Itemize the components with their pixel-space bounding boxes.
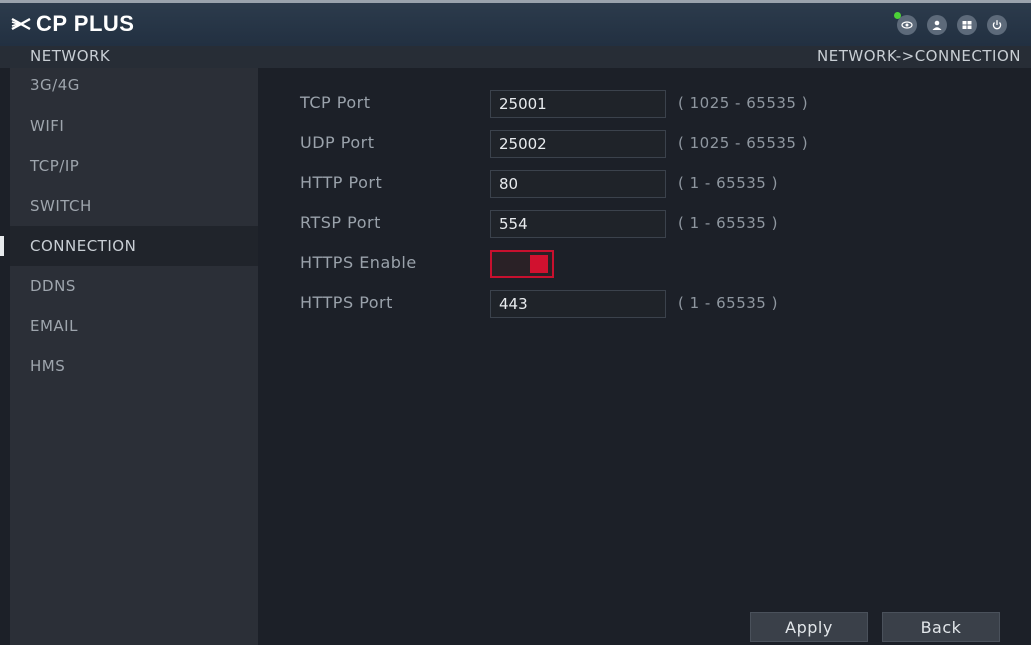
https-port-input[interactable]: [490, 290, 666, 318]
cp-plus-logo-icon: [11, 17, 31, 31]
sidebar-item-3g4g[interactable]: 3G/4G: [10, 68, 258, 106]
udp-port-row: UDP Port ( 1025 - 65535 ): [258, 130, 1031, 158]
http-port-range: ( 1 - 65535 ): [678, 174, 778, 192]
tcp-port-input[interactable]: [490, 90, 666, 118]
breadcrumb: NETWORK->CONNECTION: [817, 47, 1021, 65]
back-button[interactable]: Back: [882, 612, 1000, 642]
status-dot: [894, 12, 901, 19]
rtsp-port-row: RTSP Port ( 1 - 65535 ): [258, 210, 1031, 238]
tcp-port-label: TCP Port: [300, 93, 371, 112]
apply-button[interactable]: Apply: [750, 612, 868, 642]
udp-port-range: ( 1025 - 65535 ): [678, 134, 809, 152]
sidebar-item-connection[interactable]: CONNECTION: [0, 226, 258, 266]
user-icon[interactable]: [927, 15, 947, 35]
http-port-input[interactable]: [490, 170, 666, 198]
sidebar-item-ddns[interactable]: DDNS: [10, 266, 258, 306]
grid-icon[interactable]: [957, 15, 977, 35]
brand-name: CP PLUS: [36, 11, 135, 36]
https-enable-toggle[interactable]: [490, 250, 554, 278]
https-enable-label: HTTPS Enable: [300, 253, 417, 272]
sidebar: 3G/4G WIFI TCP/IP SWITCH CONNECTION DDNS…: [0, 68, 258, 645]
udp-port-input[interactable]: [490, 130, 666, 158]
tcp-port-range: ( 1025 - 65535 ): [678, 94, 809, 112]
sidebar-item-wifi[interactable]: WIFI: [10, 106, 258, 146]
header-row: NETWORK NETWORK->CONNECTION: [0, 46, 1031, 68]
sidebar-item-tcpip[interactable]: TCP/IP: [10, 146, 258, 186]
top-toolbar: [894, 12, 1007, 35]
https-port-label: HTTPS Port: [300, 293, 393, 312]
section-title: NETWORK: [30, 47, 111, 65]
udp-port-label: UDP Port: [300, 133, 375, 152]
brand: CP PLUS: [10, 11, 134, 37]
connection-form: TCP Port ( 1025 - 65535 ) UDP Port ( 102…: [258, 68, 1031, 645]
sidebar-item-email[interactable]: EMAIL: [10, 306, 258, 346]
https-port-row: HTTPS Port ( 1 - 65535 ): [258, 290, 1031, 318]
title-bar: CP PLUS: [0, 0, 1031, 46]
rtsp-port-range: ( 1 - 65535 ): [678, 214, 778, 232]
rtsp-port-input[interactable]: [490, 210, 666, 238]
toggle-knob: [530, 255, 548, 273]
tcp-port-row: TCP Port ( 1025 - 65535 ): [258, 90, 1031, 118]
https-port-range: ( 1 - 65535 ): [678, 294, 778, 312]
rtsp-port-label: RTSP Port: [300, 213, 381, 232]
https-enable-row: HTTPS Enable: [258, 250, 1031, 278]
eye-icon[interactable]: [894, 12, 917, 35]
sidebar-item-hms[interactable]: HMS: [10, 346, 258, 386]
sidebar-item-switch[interactable]: SWITCH: [10, 186, 258, 226]
app-window: CP PLUS NETWORK NETWORK->CONNECTION 3G/4…: [0, 0, 1031, 645]
http-port-row: HTTP Port ( 1 - 65535 ): [258, 170, 1031, 198]
power-icon[interactable]: [987, 15, 1007, 35]
http-port-label: HTTP Port: [300, 173, 383, 192]
